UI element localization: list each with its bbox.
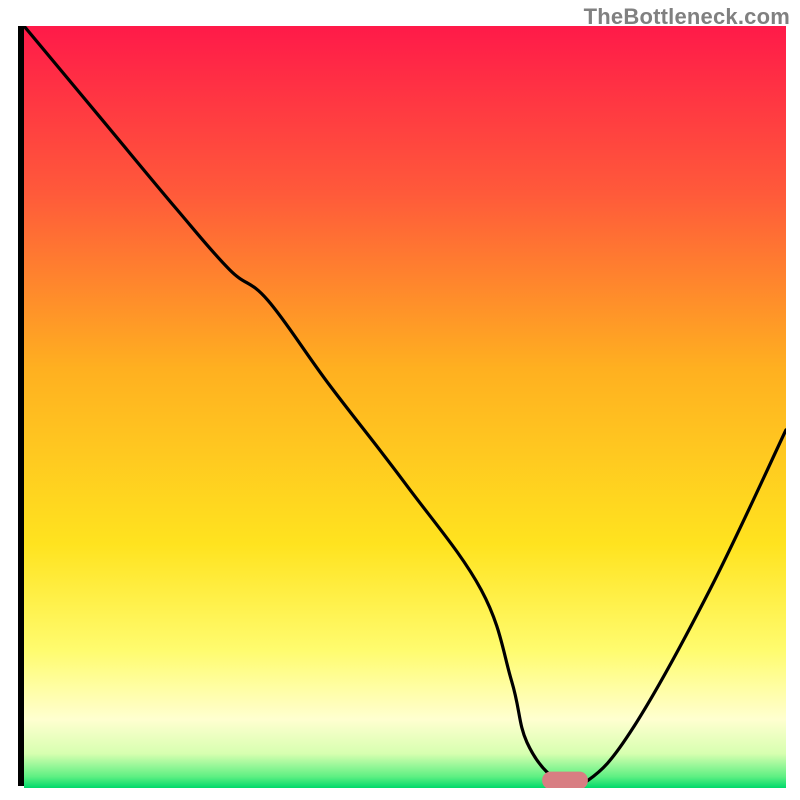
- curve-overlay: [24, 26, 786, 788]
- plot-area: [18, 26, 786, 786]
- optimal-marker: [542, 772, 588, 788]
- bottleneck-curve: [24, 26, 786, 787]
- chart-container: TheBottleneck.com: [0, 0, 800, 800]
